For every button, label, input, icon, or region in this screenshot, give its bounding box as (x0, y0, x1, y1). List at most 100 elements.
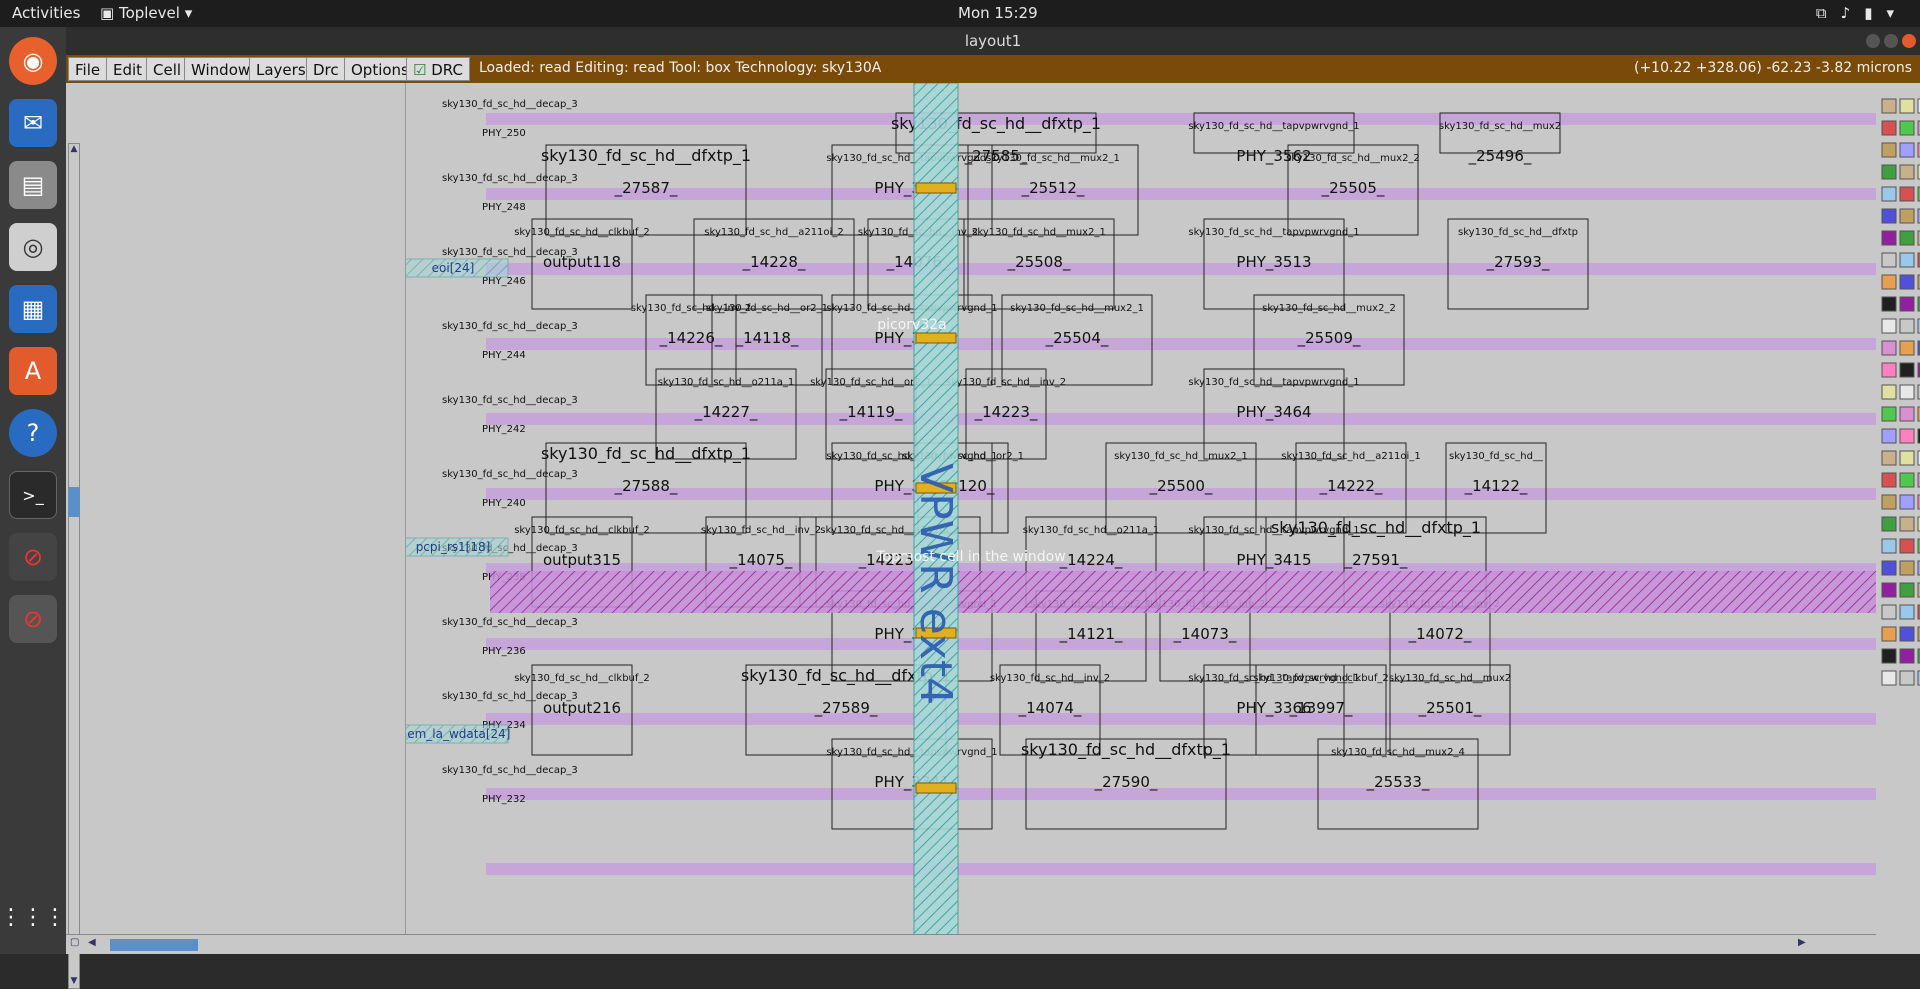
minimize-icon[interactable] (1866, 34, 1880, 48)
layer-swatch[interactable] (1881, 296, 1897, 312)
vertical-scrollbar[interactable]: ▲ ▼ (68, 143, 80, 989)
layer-swatch[interactable] (1881, 208, 1897, 224)
layer-swatch[interactable] (1881, 472, 1897, 488)
terminal-icon[interactable]: >_ (9, 471, 57, 519)
layer-swatch[interactable] (1899, 406, 1915, 422)
layer-swatch[interactable] (1881, 406, 1897, 422)
layer-swatch[interactable] (1899, 626, 1915, 642)
layer-swatch[interactable] (1881, 648, 1897, 664)
layer-swatch[interactable] (1899, 230, 1915, 246)
menu-file[interactable]: File (68, 57, 108, 81)
blocked-app-icon[interactable]: ⊘ (9, 533, 57, 581)
help-icon[interactable]: ? (9, 409, 57, 457)
layer-swatch[interactable] (1881, 626, 1897, 642)
layer-swatch[interactable] (1881, 450, 1897, 466)
software-icon[interactable]: A (9, 347, 57, 395)
layer-swatch[interactable] (1881, 516, 1897, 532)
layout-drawing[interactable]: sky130_fd_sc_hd__decap_3 PHY_250 sky130_fd… (406, 83, 1876, 954)
menu-edit[interactable]: Edit (106, 57, 150, 81)
system-tray[interactable]: ⧉♪▮▾ (1816, 4, 1908, 22)
layer-swatch[interactable] (1899, 538, 1915, 554)
layer-swatch[interactable] (1899, 648, 1915, 664)
layer-swatch[interactable] (1899, 208, 1915, 224)
layer-swatch[interactable] (1899, 296, 1915, 312)
row-cell-label: sky130_fd_sc_hd__decap_3 (442, 321, 578, 332)
layer-palette[interactable] (1876, 83, 1920, 954)
layer-swatch[interactable] (1881, 560, 1897, 576)
layer-swatches[interactable] (1876, 83, 1920, 723)
layer-swatch[interactable] (1881, 120, 1897, 136)
layout-canvas[interactable]: sky130_fd_sc_hd__decap_3 PHY_250 sky130_fd… (406, 83, 1876, 954)
app-menu[interactable]: ▣ Toplevel ▾ (100, 4, 192, 22)
cell-type-label: sky130_fd_sc_hd__inv_2 (946, 377, 1066, 388)
layer-swatch[interactable] (1899, 98, 1915, 114)
layer-swatch[interactable] (1881, 604, 1897, 620)
via-array (915, 782, 957, 794)
layer-swatch[interactable] (1881, 384, 1897, 400)
cell-instance-label: _25500_ (1149, 477, 1213, 496)
clock[interactable]: Mon 15:29 (958, 4, 1038, 22)
layer-swatch[interactable] (1881, 494, 1897, 510)
layer-swatch[interactable] (1881, 428, 1897, 444)
writer-icon[interactable]: ▦ (9, 285, 57, 333)
firefox-icon[interactable]: ◉ (9, 37, 57, 85)
horizontal-scrollbar[interactable]: ▢ ◀ ▶ (66, 934, 1876, 954)
drc-toggle[interactable]: ☑ DRC (406, 57, 470, 81)
layer-swatch[interactable] (1899, 362, 1915, 378)
layer-swatch[interactable] (1899, 472, 1915, 488)
vertical-scroll-thumb[interactable] (68, 487, 80, 517)
menu-layers[interactable]: Layers (249, 57, 313, 81)
layer-swatch[interactable] (1881, 98, 1897, 114)
scroll-up-icon[interactable]: ▲ (69, 144, 79, 156)
layer-swatch[interactable] (1881, 362, 1897, 378)
blocked-app-icon[interactable]: ⊘ (9, 595, 57, 643)
layer-swatch[interactable] (1881, 252, 1897, 268)
scroll-right-icon[interactable]: ▶ (1798, 937, 1810, 951)
scroll-down-icon[interactable]: ▼ (69, 976, 79, 988)
layer-swatch[interactable] (1899, 252, 1915, 268)
cell-instance-label: _14122_ (1464, 477, 1528, 496)
layer-swatch[interactable] (1899, 428, 1915, 444)
layer-swatch[interactable] (1899, 318, 1915, 334)
layer-swatch[interactable] (1881, 582, 1897, 598)
window-titlebar[interactable]: layout1 (66, 27, 1920, 55)
layer-swatch[interactable] (1881, 538, 1897, 554)
rhythmbox-icon[interactable]: ◎ (9, 223, 57, 271)
layer-swatch[interactable] (1899, 516, 1915, 532)
layer-swatch[interactable] (1881, 670, 1897, 686)
layer-swatch[interactable] (1899, 450, 1915, 466)
layer-swatch[interactable] (1899, 164, 1915, 180)
show-apps-icon[interactable]: ⋮⋮⋮ (0, 893, 66, 941)
layer-swatch[interactable] (1899, 340, 1915, 356)
scroll-left-icon[interactable]: ◀ (88, 937, 100, 951)
layer-swatch[interactable] (1899, 186, 1915, 202)
layer-swatch[interactable] (1881, 142, 1897, 158)
menu-window[interactable]: Window (184, 57, 258, 81)
layer-swatch[interactable] (1899, 582, 1915, 598)
layer-swatch[interactable] (1881, 318, 1897, 334)
layer-swatch[interactable] (1899, 670, 1915, 686)
close-icon[interactable] (1902, 34, 1916, 48)
cell-instance-label: _27589_ (814, 699, 878, 718)
layer-swatch[interactable] (1881, 340, 1897, 356)
layer-swatch[interactable] (1899, 560, 1915, 576)
zoom-box-icon[interactable]: ▢ (70, 937, 82, 951)
maximize-icon[interactable] (1884, 34, 1898, 48)
layer-swatch[interactable] (1881, 164, 1897, 180)
layer-swatch[interactable] (1899, 384, 1915, 400)
files-icon[interactable]: ▤ (9, 161, 57, 209)
thunderbird-icon[interactable]: ✉ (9, 99, 57, 147)
layer-swatch[interactable] (1899, 604, 1915, 620)
layer-swatch[interactable] (1881, 274, 1897, 290)
layer-swatch[interactable] (1899, 274, 1915, 290)
layer-swatch[interactable] (1881, 186, 1897, 202)
layer-swatch[interactable] (1899, 120, 1915, 136)
menu-cell[interactable]: Cell (146, 57, 189, 81)
layer-swatch[interactable] (1899, 494, 1915, 510)
menu-drc[interactable]: Drc (306, 57, 346, 81)
layer-swatch[interactable] (1899, 142, 1915, 158)
activities-button[interactable]: Activities (12, 4, 80, 22)
horizontal-scroll-thumb[interactable] (110, 939, 198, 951)
network-icon: ⧉ (1815, 4, 1841, 22)
layer-swatch[interactable] (1881, 230, 1897, 246)
